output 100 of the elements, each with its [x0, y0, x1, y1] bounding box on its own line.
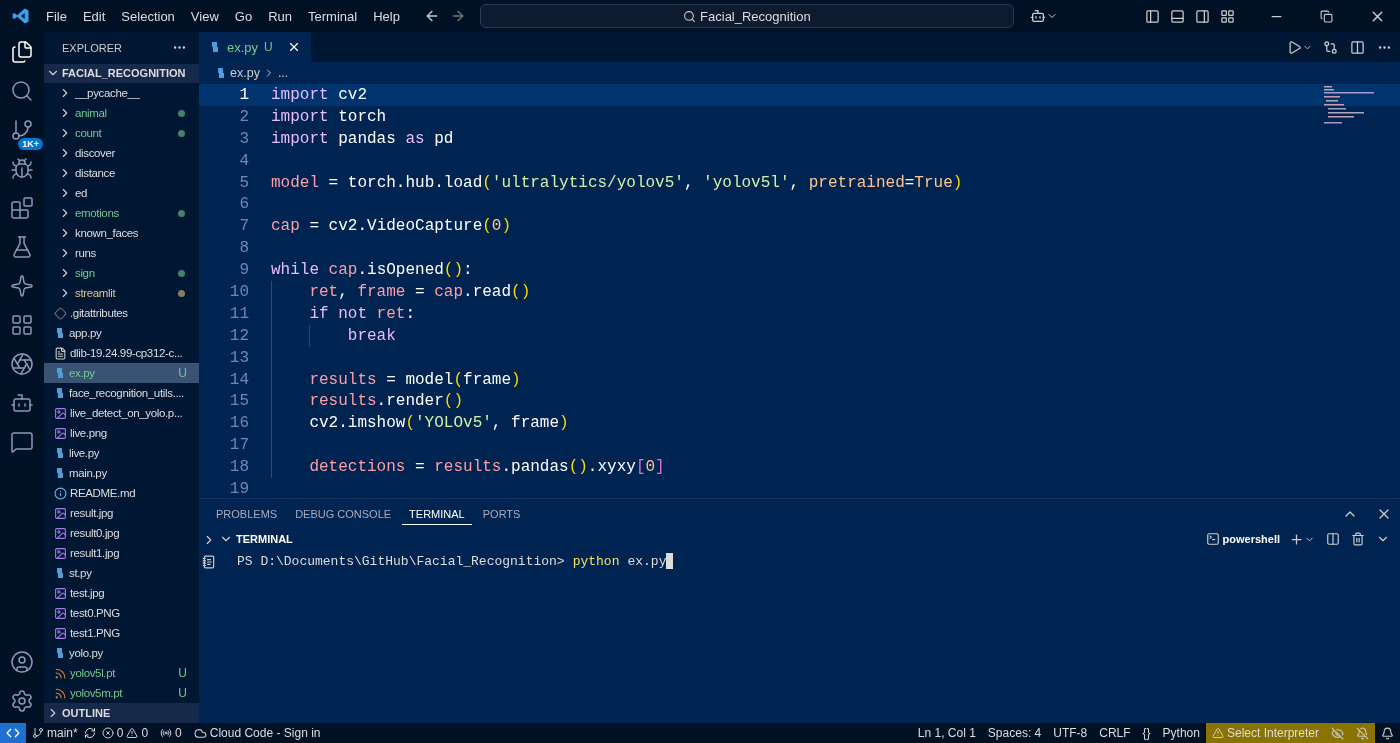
- explorer-entry[interactable]: yolo.py: [44, 643, 199, 664]
- breadcrumb[interactable]: ...: [277, 66, 289, 80]
- file-name: test1.PNG: [70, 627, 121, 640]
- file-name: st.py: [69, 567, 93, 580]
- explorer-entry[interactable]: test.jpg: [44, 583, 199, 604]
- menu-item[interactable]: Run: [260, 8, 300, 24]
- warning-icon: [1211, 727, 1224, 739]
- explorer-entry[interactable]: test1.PNG: [44, 623, 199, 644]
- explorer-entry[interactable]: live_detect_on_yolo.p...: [44, 403, 199, 424]
- explorer-entry[interactable]: result.jpg: [44, 503, 199, 524]
- menu-item[interactable]: Terminal: [300, 8, 366, 24]
- restore-icon[interactable]: [1320, 9, 1333, 23]
- extensions-icon[interactable]: [10, 196, 34, 220]
- image-icon: [54, 426, 67, 440]
- menu-item[interactable]: Edit: [74, 8, 114, 24]
- panel-tab[interactable]: PROBLEMS: [209, 503, 285, 525]
- toggle-sidebar-icon[interactable]: [1145, 8, 1160, 24]
- explorer-entry[interactable]: yolov5m.pt U: [44, 683, 199, 704]
- line-number: 19: [228, 479, 249, 498]
- editor-tab[interactable]: ex.py U: [199, 32, 311, 62]
- explorer-entry[interactable]: test0.PNG: [44, 603, 199, 624]
- app-logo-icon[interactable]: [12, 7, 30, 25]
- explorer-entry[interactable]: live.png: [44, 423, 199, 444]
- bell-icon: [1381, 726, 1394, 740]
- explorer-entry[interactable]: yolov5l.pt U: [44, 663, 199, 684]
- explorer-entry[interactable]: app.py: [44, 323, 199, 344]
- branch-status[interactable]: main*: [26, 723, 84, 743]
- menu-item[interactable]: Help: [365, 8, 408, 24]
- folder-item[interactable]: ed: [44, 183, 199, 204]
- code-line: cap = cv2.VideoCapture(0): [271, 217, 512, 236]
- toggle-secondary-sidebar-icon[interactable]: [1195, 8, 1210, 24]
- interpreter-warning[interactable]: Select Interpreter: [1205, 723, 1325, 743]
- panel-tab[interactable]: PORTS: [475, 503, 528, 525]
- files-icon[interactable]: [10, 40, 34, 64]
- braces-status[interactable]: {}: [1136, 723, 1157, 743]
- folder-item[interactable]: runs: [44, 243, 199, 264]
- split-icon[interactable]: [1326, 532, 1340, 546]
- folder-item[interactable]: discover: [44, 143, 199, 164]
- folder-item[interactable]: streamlit: [44, 283, 199, 304]
- folder-header[interactable]: FACIAL_RECOGNITION: [44, 63, 199, 84]
- cursor-position[interactable]: Ln 1, Col 1: [911, 723, 982, 743]
- menu-item[interactable]: Selection: [113, 8, 183, 24]
- file-name: runs: [75, 247, 97, 260]
- folder-item[interactable]: __pycache__: [44, 83, 199, 104]
- robot-icon[interactable]: [10, 391, 34, 415]
- folder-item[interactable]: known_faces: [44, 223, 199, 244]
- menu-item[interactable]: Go: [226, 8, 261, 24]
- panel-tab[interactable]: TERMINAL: [402, 503, 472, 525]
- explorer-entry[interactable]: dlib-19.24.99-cp312-c...: [44, 343, 199, 364]
- sparkle-icon[interactable]: [10, 274, 34, 298]
- eol-status[interactable]: CRLF: [1093, 723, 1137, 743]
- source-control-icon[interactable]: [10, 118, 34, 142]
- explorer-entry[interactable]: main.py: [44, 463, 199, 484]
- trash-icon[interactable]: [1351, 532, 1365, 546]
- chat-icon[interactable]: [10, 430, 34, 454]
- search-icon[interactable]: [10, 79, 34, 103]
- two-squares-icon: [54, 387, 66, 400]
- section-title: TERMINAL: [236, 533, 293, 545]
- explorer-entry[interactable]: st.py: [44, 563, 199, 584]
- menu-item[interactable]: File: [38, 8, 75, 24]
- panel-tab[interactable]: DEBUG CONSOLE: [288, 503, 399, 525]
- indentation-status[interactable]: Spaces: 4: [981, 723, 1048, 743]
- language-status[interactable]: Python: [1156, 723, 1206, 743]
- outline-header[interactable]: OUTLINE: [44, 703, 199, 723]
- ports-status[interactable]: 0: [154, 723, 188, 743]
- explorer-entry[interactable]: live.py: [44, 443, 199, 464]
- code-line: import cv2: [271, 85, 367, 104]
- grid-icon[interactable]: [10, 313, 34, 337]
- explorer-entry[interactable]: .gitattributes: [44, 303, 199, 324]
- settings-icon[interactable]: [10, 689, 34, 713]
- account-icon[interactable]: [10, 650, 34, 674]
- shell-name[interactable]: powershell: [1222, 533, 1280, 545]
- folder-item[interactable]: count: [44, 123, 199, 144]
- notepad-icon[interactable]: [202, 555, 216, 569]
- explorer-entry[interactable]: face_recognition_utils....: [44, 383, 199, 404]
- breadcrumb[interactable]: ex.py: [230, 66, 260, 80]
- remote-button[interactable]: [0, 723, 26, 743]
- toggle-panel-icon[interactable]: [1170, 8, 1185, 24]
- folder-item[interactable]: distance: [44, 163, 199, 184]
- terminal-prompt: PS D:\Documents\GitHub\Facial_Recognition>: [237, 553, 565, 569]
- flask-icon[interactable]: [10, 235, 34, 259]
- explorer-entry[interactable]: result0.jpg: [44, 523, 199, 544]
- terminal-icon: [1205, 532, 1220, 546]
- folder-item[interactable]: sign: [44, 263, 199, 284]
- sync-icon[interactable]: [83, 727, 96, 739]
- problems-status[interactable]: 0 0: [95, 723, 155, 743]
- folder-item[interactable]: emotions: [44, 203, 199, 224]
- two-squares-icon: [54, 447, 66, 460]
- file-name: app.py: [69, 327, 103, 340]
- folder-item[interactable]: animal: [44, 103, 199, 124]
- explorer-entry[interactable]: ex.py U: [44, 363, 199, 384]
- layout-icon[interactable]: [1220, 8, 1235, 24]
- encoding-status[interactable]: UTF-8: [1047, 723, 1094, 743]
- cloud-status[interactable]: Cloud Code - Sign in: [187, 723, 327, 743]
- search-field[interactable]: Facial_Recognition: [479, 4, 1014, 28]
- menu-item[interactable]: View: [182, 8, 227, 24]
- add-terminal-icon[interactable]: [1289, 531, 1315, 547]
- explorer-entry[interactable]: README.md: [44, 483, 199, 504]
- run-debug-icon[interactable]: [10, 157, 34, 181]
- explorer-entry[interactable]: result1.jpg: [44, 543, 199, 564]
